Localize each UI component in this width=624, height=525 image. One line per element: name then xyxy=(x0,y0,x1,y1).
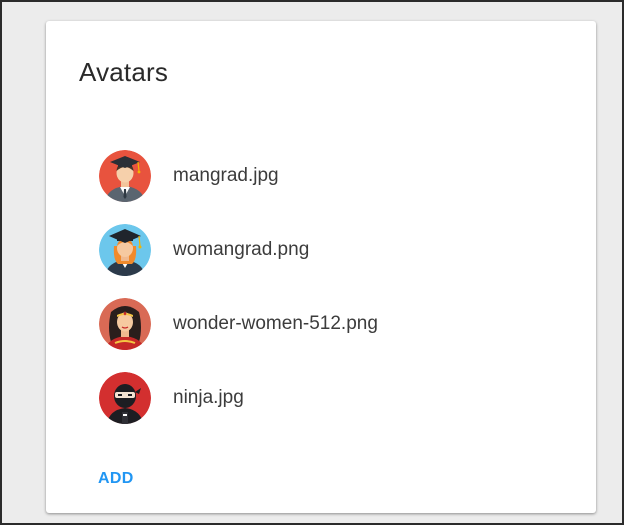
ninja-icon xyxy=(99,372,151,424)
add-button[interactable]: ADD xyxy=(86,466,146,492)
list-item[interactable]: mangrad.jpg xyxy=(99,139,378,213)
list-item[interactable]: ninja.jpg xyxy=(99,361,378,435)
card-title: Avatars xyxy=(79,57,169,87)
list-item[interactable]: womangrad.png xyxy=(99,213,378,287)
avatar-filename: wonder-women-512.png xyxy=(173,313,378,334)
avatar-filename: ninja.jpg xyxy=(173,387,244,408)
avatars-card: Avatars mangrad.jpg womangrad.png wonder… xyxy=(46,21,596,513)
graduate-woman-icon xyxy=(99,224,151,276)
avatar-filename: womangrad.png xyxy=(173,239,310,260)
graduate-man-icon xyxy=(99,150,151,202)
avatar-filename: mangrad.jpg xyxy=(173,165,279,186)
screenshot-frame: Avatars mangrad.jpg womangrad.png wonder… xyxy=(0,0,624,525)
list-item[interactable]: wonder-women-512.png xyxy=(99,287,378,361)
avatar-list: mangrad.jpg womangrad.png wonder-women-5… xyxy=(99,139,378,435)
wonder-woman-icon xyxy=(99,298,151,350)
